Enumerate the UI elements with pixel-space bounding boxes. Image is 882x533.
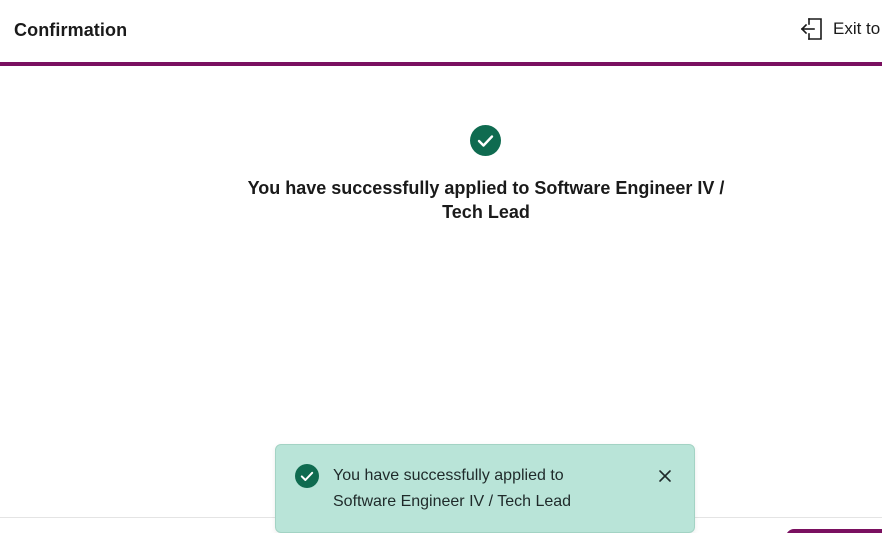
check-circle-icon [295,464,319,488]
exit-door-icon [800,18,822,40]
page-header: Confirmation Exit to [0,0,882,62]
page-title: Confirmation [14,20,128,40]
toast-message: You have successfully applied to Softwar… [333,467,572,510]
confirmation-page: Confirmation Exit to You have successful… [0,0,882,533]
exit-label: Exit to [833,19,881,38]
check-circle-icon [470,125,501,156]
success-toast: You have successfully applied to Softwar… [275,444,695,533]
close-icon[interactable] [656,467,674,485]
footer-action-button[interactable] [786,529,882,533]
exit-button[interactable]: Exit to [800,16,880,42]
confirmation-message: You have successfully applied to Softwar… [247,178,725,222]
header-divider [0,62,882,66]
